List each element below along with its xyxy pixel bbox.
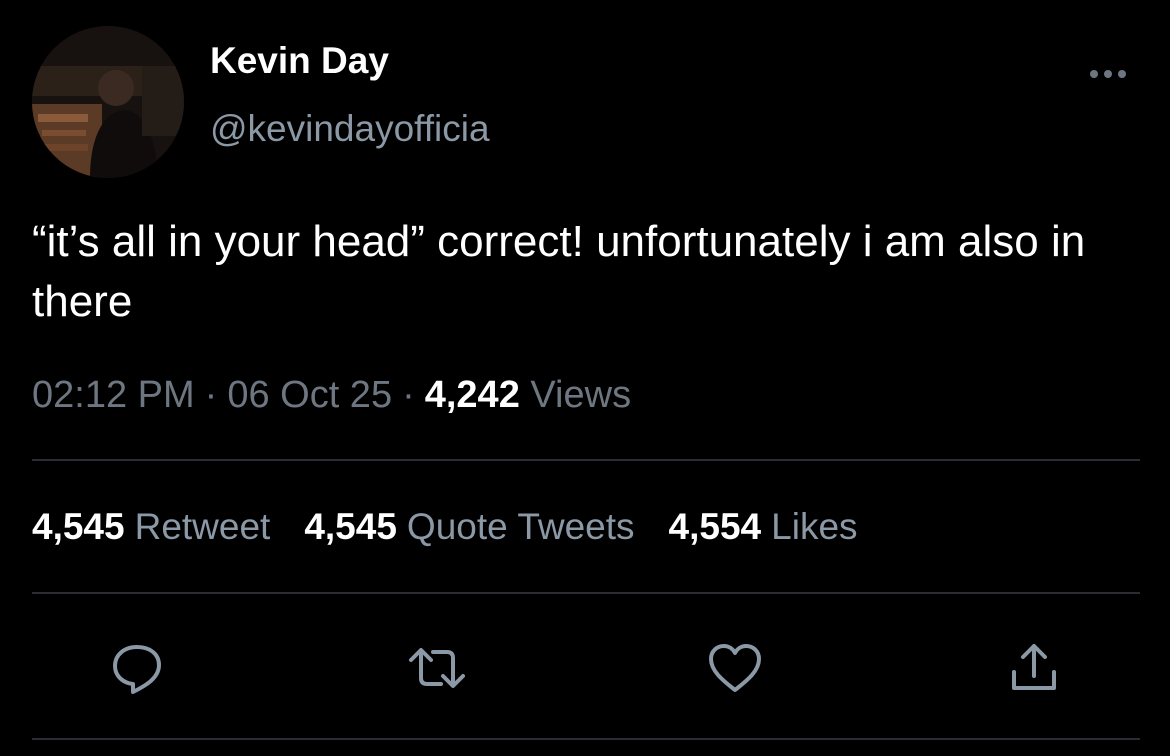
tweet-text: “it’s all in your head” correct! unfortu…	[32, 217, 1086, 326]
views-label: Views	[530, 374, 632, 416]
tweet-time[interactable]: 02:12 PM	[32, 374, 195, 416]
retweets-label: Retweet	[134, 506, 271, 547]
separator-dot: ·	[204, 374, 218, 416]
likes-stat[interactable]: 4,554 Likes	[669, 506, 858, 548]
like-button[interactable]	[705, 638, 765, 698]
author-display-name[interactable]: Kevin Day	[210, 40, 389, 82]
avatar[interactable]	[32, 26, 184, 178]
tweet-stats: 4,545 Retweet 4,545 Quote Tweets 4,554 Likes	[32, 506, 892, 548]
share-icon	[1012, 644, 1056, 690]
tweet-metadata: 02:12 PM · 06 Oct 25 · 4,242 Views	[32, 374, 631, 417]
quote-tweets-count: 4,545	[304, 506, 397, 547]
more-horizontal-icon[interactable]	[1086, 62, 1130, 86]
likes-label: Likes	[771, 506, 858, 547]
divider	[32, 459, 1140, 461]
retweets-stat[interactable]: 4,545 Retweet	[32, 506, 270, 548]
reply-button[interactable]	[107, 638, 167, 698]
quote-tweets-label: Quote Tweets	[406, 506, 635, 547]
reply-icon	[113, 645, 161, 694]
divider	[32, 738, 1140, 740]
avatar-image	[32, 26, 184, 178]
share-button[interactable]	[1004, 638, 1064, 698]
tweet-date[interactable]: 06 Oct 25	[227, 374, 392, 416]
likes-count: 4,554	[668, 506, 762, 547]
separator-dot: ·	[402, 374, 415, 416]
quote-tweets-stat[interactable]: 4,545 Quote Tweets	[304, 506, 634, 548]
retweet-button[interactable]	[407, 638, 467, 698]
author-handle[interactable]: @kevindayofficia	[210, 108, 490, 150]
views-count: 4,242	[424, 374, 520, 416]
retweet-icon	[409, 648, 465, 688]
retweets-count: 4,545	[32, 506, 125, 547]
divider	[32, 592, 1140, 594]
heart-icon	[709, 644, 761, 692]
